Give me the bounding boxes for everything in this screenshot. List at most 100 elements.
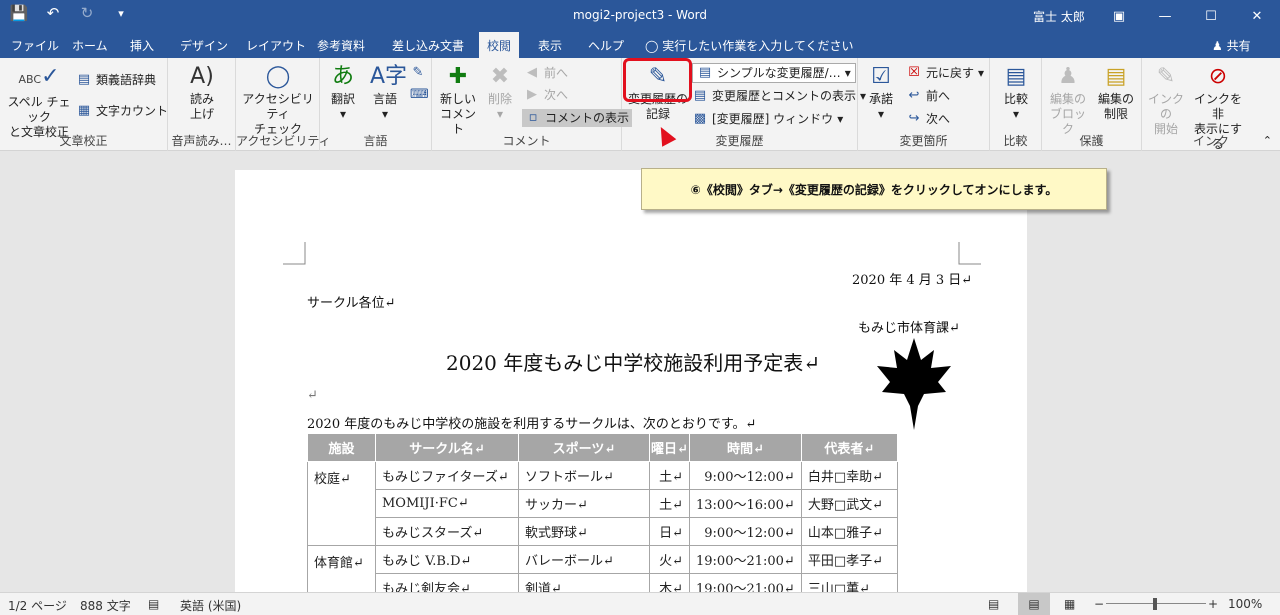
- table-cell[interactable]: 9:00～12:00↵: [689, 461, 802, 490]
- tab-view[interactable]: 表示: [538, 37, 562, 54]
- table-cell[interactable]: 土↵: [649, 489, 690, 518]
- zoom-level[interactable]: 100%: [1228, 597, 1262, 611]
- thesaurus-icon: ▤: [77, 72, 91, 87]
- group-proofing: ABC✓ スペル チェック と文章校正 ▤ 類義語辞典 ▦ 文字カウント 文章校正: [0, 58, 168, 151]
- table-cell[interactable]: 平田□孝子↵: [800, 545, 898, 574]
- window-controls: ▣ — ☐ ✕: [1096, 0, 1280, 32]
- collapse-ribbon-icon[interactable]: ⌃: [1263, 134, 1272, 147]
- word-count-button[interactable]: ▦ 文字カウント: [76, 102, 168, 120]
- table-cell[interactable]: 山本□雅子↵: [800, 517, 898, 546]
- accessibility-check-button[interactable]: ◯ アクセシビリティ チェック: [240, 64, 316, 137]
- markup-select[interactable]: ▤ シンプルな変更履歴/… ▾: [692, 63, 856, 83]
- next-comment-button[interactable]: ▶ 次へ: [524, 86, 568, 104]
- table-cell[interactable]: 日↵: [649, 517, 690, 546]
- reviewing-pane-button[interactable]: ▩ [変更履歴] ウィンドウ ▾: [692, 110, 843, 128]
- table-cell[interactable]: 19:00～21:00↵: [689, 545, 802, 574]
- maximize-icon[interactable]: ☐: [1188, 0, 1234, 32]
- previous-comment-button[interactable]: ◀ 前へ: [524, 64, 568, 82]
- zoom-out-icon[interactable]: −: [1094, 597, 1104, 611]
- group-label: コメント: [502, 134, 551, 148]
- accept-button[interactable]: ☑ 承諾 ▾: [864, 64, 898, 122]
- block-authors-icon: ♟: [1058, 64, 1078, 89]
- table-cell[interactable]: 軟式野球↵: [518, 517, 650, 546]
- markup-icon: ▤: [698, 65, 712, 80]
- table-cell[interactable]: もみじスターズ↵: [375, 517, 519, 546]
- delete-comment-button[interactable]: ✖ 削除 ▾: [482, 64, 518, 122]
- next-change-button[interactable]: ↪ 次へ: [906, 110, 950, 128]
- table-cell[interactable]: MOMIJI·FC↵: [375, 489, 519, 518]
- show-markup-icon: ▤: [693, 88, 707, 103]
- restrict-editing-button[interactable]: ▤ 編集の 制限: [1094, 64, 1138, 122]
- tab-layout[interactable]: レイアウト: [246, 37, 306, 54]
- read-mode-icon[interactable]: ▤: [988, 597, 999, 611]
- table-cell[interactable]: もみじファイターズ↵: [375, 461, 519, 490]
- compare-button[interactable]: ▤ 比較 ▾: [998, 64, 1034, 122]
- table-cell[interactable]: 白井□幸助↵: [800, 461, 898, 490]
- group-label: 音声読み…: [171, 134, 232, 148]
- column-header: 代表者↵: [800, 433, 898, 462]
- thesaurus-button[interactable]: ▤ 類義語辞典: [76, 71, 156, 89]
- table-cell[interactable]: サッカー↵: [518, 489, 650, 518]
- previous-change-button[interactable]: ↩ 前へ: [906, 87, 950, 105]
- tab-review[interactable]: 校閲: [479, 32, 520, 58]
- word-count[interactable]: 888 文字: [80, 597, 131, 614]
- user-name[interactable]: 富士 太郎: [1033, 8, 1085, 25]
- group-label: 変更箇所: [899, 134, 948, 148]
- minimize-icon[interactable]: —: [1142, 0, 1188, 32]
- tab-design[interactable]: デザイン: [180, 37, 228, 54]
- table-cell[interactable]: もみじ V.B.D↵: [375, 545, 519, 574]
- start-inking-button[interactable]: ✎ インクの 開始: [1144, 64, 1188, 137]
- table-cell[interactable]: 大野□武文↵: [800, 489, 898, 518]
- table-cell[interactable]: 校庭↵: [307, 461, 376, 546]
- ribbon-options-icon[interactable]: ▣: [1096, 0, 1142, 32]
- ime-dictionary-button[interactable]: ⌨: [410, 86, 429, 104]
- translate-button[interactable]: あ 翻訳 ▾: [328, 64, 358, 122]
- show-markup-button[interactable]: ▤ 変更履歴とコメントの表示 ▾: [692, 87, 866, 105]
- document-date: 2020 年 4 月 3 日↵: [852, 273, 973, 288]
- table-row: もみじスターズ↵ 軟式野球↵ 日↵ 9:00～12:00↵ 山本□雅子↵: [308, 517, 898, 546]
- tab-file[interactable]: ファイル: [11, 37, 59, 54]
- group-changes: ☑ 承諾 ▾ ☒ 元に戻す ▾ ↩ 前へ ↪ 次へ 変更箇所: [858, 58, 990, 151]
- table-cell[interactable]: 火↵: [649, 545, 690, 574]
- lock-icon: ▤: [1105, 64, 1127, 89]
- previous-change-icon: ↩: [908, 88, 920, 103]
- tab-insert[interactable]: 挿入: [130, 37, 154, 54]
- table-cell[interactable]: 土↵: [649, 461, 690, 490]
- close-icon[interactable]: ✕: [1234, 0, 1280, 32]
- tell-me-box[interactable]: ◯ 実行したい作業を入力してください: [645, 37, 854, 54]
- tab-mailings[interactable]: 差し込み文書: [392, 37, 464, 54]
- group-language: あ 翻訳 ▾ A字 言語 ▾ ✎ ⌨ 言語: [320, 58, 432, 151]
- table-cell[interactable]: 13:00～16:00↵: [689, 489, 802, 518]
- show-comments-toggle[interactable]: ▫ コメントの表示: [522, 109, 633, 127]
- new-comment-button[interactable]: ✚ 新しい コメント: [438, 64, 478, 137]
- pen-icon: ✎: [412, 65, 424, 80]
- share-button[interactable]: ♟ 共有: [1212, 37, 1251, 54]
- language-button[interactable]: A字 言語 ▾: [370, 64, 407, 122]
- document-intro: 2020 年度のもみじ中学校の施設を利用するサークルは、次のとおりです。↵: [307, 417, 757, 432]
- zoom-slider-thumb[interactable]: [1153, 598, 1157, 610]
- maple-leaf-image[interactable]: [874, 336, 954, 432]
- block-authors-button[interactable]: ♟ 編集の ブロック: [1046, 64, 1090, 137]
- tab-references[interactable]: 参考資料: [317, 37, 365, 54]
- proofing-status-icon[interactable]: ▤: [148, 597, 159, 611]
- instruction-callout: ⑥《校閲》タブ→《変更履歴の記録》をクリックしてオンにします。: [641, 168, 1107, 210]
- show-comments-icon: ▫: [528, 110, 538, 125]
- page-count[interactable]: 1/2 ページ: [8, 597, 67, 614]
- read-aloud-button[interactable]: A) 読み 上げ: [182, 64, 222, 122]
- reject-button[interactable]: ☒ 元に戻す ▾: [906, 64, 984, 82]
- web-layout-icon[interactable]: ▦: [1064, 597, 1075, 611]
- table-cell[interactable]: バレーボール↵: [518, 545, 650, 574]
- table-cell[interactable]: 9:00～12:00↵: [689, 517, 802, 546]
- column-header: 施設: [307, 433, 376, 462]
- table-cell[interactable]: ソフトボール↵: [518, 461, 650, 490]
- language-status[interactable]: 英語 (米国): [180, 597, 241, 614]
- table-row: 校庭↵ もみじファイターズ↵ ソフトボール↵ 土↵ 9:00～12:00↵ 白井…: [307, 461, 898, 546]
- zoom-in-icon[interactable]: +: [1208, 597, 1218, 611]
- print-layout-icon[interactable]: ▤: [1018, 593, 1050, 615]
- tab-home[interactable]: ホーム: [72, 37, 108, 54]
- tab-help[interactable]: ヘルプ: [588, 37, 624, 54]
- highlight-box: [623, 58, 692, 102]
- spelling-grammar-button[interactable]: ABC✓ スペル チェック と文章校正: [4, 64, 74, 140]
- hide-ink-icon: ⊘: [1208, 64, 1228, 89]
- chinese-conversion-button[interactable]: ✎: [410, 64, 426, 82]
